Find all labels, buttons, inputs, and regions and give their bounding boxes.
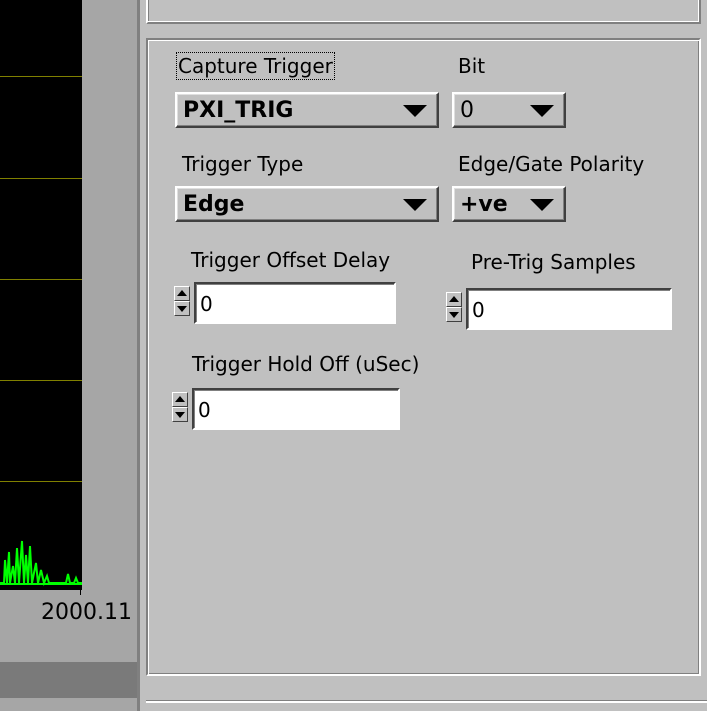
decrement-arrow-icon[interactable] (174, 301, 190, 316)
trigger-type-value: Edge (183, 192, 245, 217)
decrement-arrow-icon[interactable] (446, 307, 462, 322)
trigger-type-dropdown[interactable]: Edge (175, 186, 439, 222)
capture-trigger-dropdown[interactable]: PXI_TRIG (175, 92, 439, 128)
dropdown-arrow-icon (403, 199, 427, 211)
edge-gate-polarity-dropdown[interactable]: +ve (452, 186, 566, 222)
graph-plot-area (0, 0, 82, 590)
signal-trace (0, 540, 82, 587)
dropdown-arrow-icon (403, 105, 427, 117)
capture-trigger-label: Capture Trigger (176, 52, 335, 80)
x-axis-tick-label: 2000.11 (41, 600, 132, 625)
edge-gate-polarity-value: +ve (460, 192, 508, 217)
pre-trig-samples-stepper (446, 292, 462, 322)
panel-divider (137, 0, 140, 711)
bit-dropdown[interactable]: 0 (452, 92, 566, 128)
waveform-graph: 2000.11 (0, 0, 137, 711)
upper-settings-panel (146, 0, 701, 24)
increment-arrow-icon[interactable] (172, 392, 188, 407)
bit-value: 0 (460, 98, 474, 123)
x-axis-tick (80, 585, 81, 595)
trigger-offset-delay-input[interactable]: 0 (194, 282, 396, 324)
trigger-offset-delay-control: 0 (174, 282, 396, 324)
pre-trig-samples-control: 0 (446, 288, 672, 330)
bit-label: Bit (458, 54, 486, 78)
capture-trigger-value: PXI_TRIG (183, 98, 294, 123)
dropdown-arrow-icon (530, 105, 554, 117)
graph-bottom-bar (0, 662, 137, 698)
increment-arrow-icon[interactable] (446, 292, 462, 307)
trigger-type-label: Trigger Type (182, 152, 304, 176)
decrement-arrow-icon[interactable] (172, 407, 188, 422)
pre-trig-samples-input[interactable]: 0 (466, 288, 672, 330)
edge-gate-polarity-label: Edge/Gate Polarity (458, 152, 645, 176)
dropdown-arrow-icon (530, 199, 554, 211)
trigger-hold-off-stepper (172, 392, 188, 422)
trigger-offset-delay-label: Trigger Offset Delay (191, 248, 391, 272)
trigger-hold-off-label: Trigger Hold Off (uSec) (192, 352, 420, 376)
trigger-offset-delay-stepper (174, 286, 190, 316)
increment-arrow-icon[interactable] (174, 286, 190, 301)
trigger-hold-off-input[interactable]: 0 (192, 388, 400, 430)
trigger-hold-off-control: 0 (172, 388, 404, 430)
pre-trig-samples-label: Pre-Trig Samples (471, 250, 636, 274)
panel-bottom-edge (146, 700, 707, 703)
